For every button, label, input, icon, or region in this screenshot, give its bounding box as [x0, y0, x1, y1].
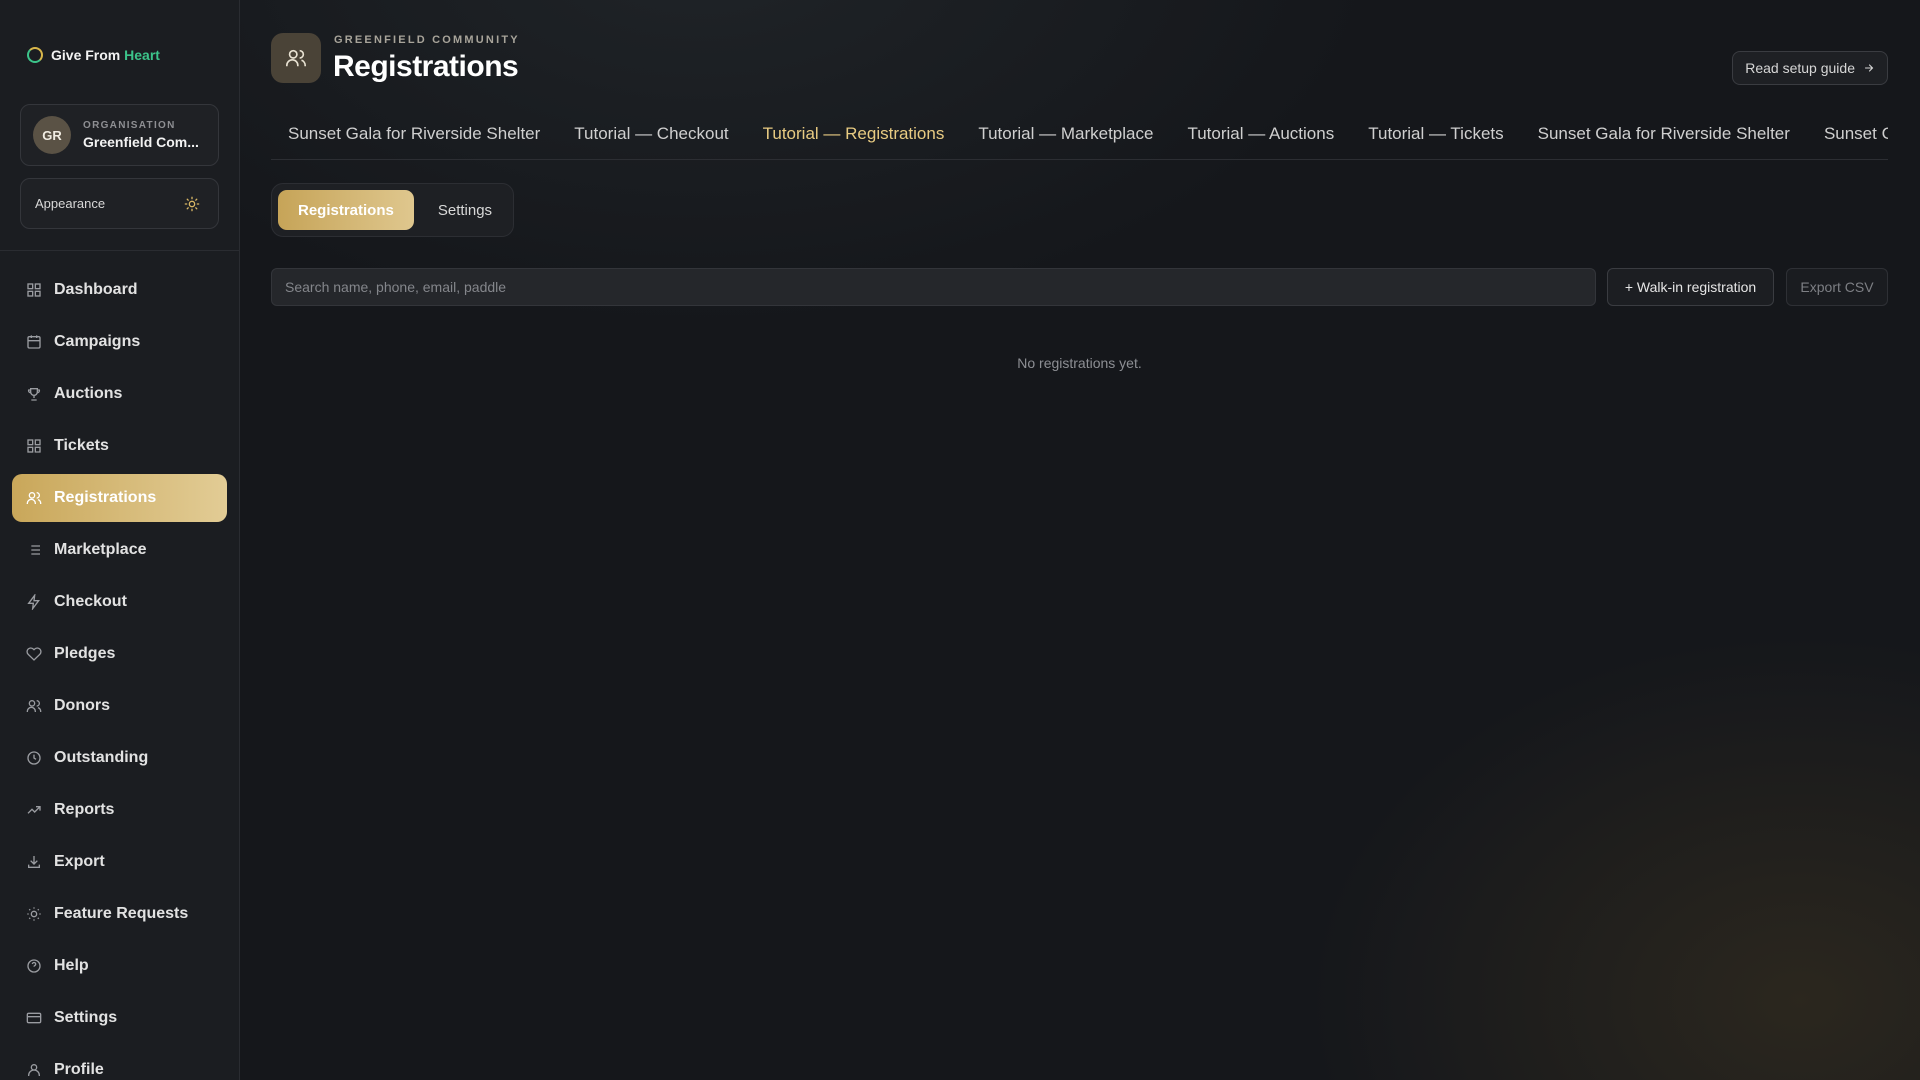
org-label: ORGANISATION — [83, 120, 176, 131]
sidebar-item-auctions[interactable]: Auctions — [12, 370, 227, 418]
empty-state-message: No registrations yet. — [1017, 355, 1142, 371]
view-switcher: Registrations Settings — [271, 183, 514, 237]
sidebar-item-help[interactable]: Help — [12, 942, 227, 990]
sidebar-item-label: Campaigns — [54, 333, 141, 350]
user-icon — [28, 1064, 40, 1076]
sidebar-item-label: Feature Requests — [54, 905, 189, 922]
download-icon — [28, 856, 40, 868]
sidebar-item-feature-requests[interactable]: Feature Requests — [12, 890, 227, 938]
sidebar-item-label: Outstanding — [54, 749, 149, 766]
users-icon — [26, 492, 42, 504]
tab-event[interactable]: Sunset Gala for Riverside Shelter — [1807, 116, 1888, 159]
segment-settings[interactable]: Settings — [418, 190, 512, 230]
org-name: Greenfield Com... — [83, 134, 199, 150]
tab-event[interactable]: Tutorial — Auctions — [1170, 116, 1351, 159]
bolt-icon — [27, 594, 40, 610]
tab-event-active[interactable]: Tutorial — Registrations — [746, 116, 962, 159]
sidebar-item-reports[interactable]: Reports — [12, 786, 227, 834]
page-eyebrow: GREENFIELD COMMUNITY — [334, 34, 520, 46]
tab-event[interactable]: Sunset Gala for Riverside Shelter — [1521, 116, 1807, 159]
sidebar-item-registrations[interactable]: Registrations — [12, 474, 227, 522]
trending-up-icon — [27, 806, 41, 814]
sidebar-divider — [0, 250, 239, 251]
users-icon — [26, 700, 42, 712]
sidebar-item-profile[interactable]: Profile — [12, 1046, 227, 1080]
brand-logo[interactable]: Give From Heart — [27, 47, 160, 63]
help-icon — [27, 959, 41, 973]
grid-icon — [27, 439, 41, 453]
sidebar-item-tickets[interactable]: Tickets — [12, 422, 227, 470]
clock-icon — [27, 751, 41, 765]
tab-event[interactable]: Sunset Gala for Riverside Shelter — [271, 116, 557, 159]
sidebar-item-outstanding[interactable]: Outstanding — [12, 734, 227, 782]
sun-icon — [27, 907, 41, 921]
calendar-icon — [27, 335, 41, 349]
sidebar-item-label: Reports — [54, 801, 115, 818]
tab-event[interactable]: Tutorial — Marketplace — [961, 116, 1170, 159]
card-icon — [26, 1012, 42, 1024]
sidebar-item-campaigns[interactable]: Campaigns — [12, 318, 227, 366]
list-icon — [28, 545, 40, 555]
sidebar-item-checkout[interactable]: Checkout — [12, 578, 227, 626]
sidebar-item-pledges[interactable]: Pledges — [12, 630, 227, 678]
page-title: Registrations — [333, 50, 519, 83]
sidebar-item-settings[interactable]: Settings — [12, 994, 227, 1042]
sidebar-item-marketplace[interactable]: Marketplace — [12, 526, 227, 574]
main-content: GREENFIELD COMMUNITY Registrations Read … — [240, 0, 1920, 1080]
appearance-label: Appearance — [35, 196, 106, 211]
segment-registrations[interactable]: Registrations — [278, 190, 414, 230]
sidebar-item-label: Pledges — [54, 645, 116, 662]
organisation-switcher[interactable]: GR ORGANISATION Greenfield Com... — [20, 104, 219, 166]
sidebar-item-label: Settings — [54, 1009, 118, 1026]
sidebar-item-export[interactable]: Export — [12, 838, 227, 886]
sidebar-item-donors[interactable]: Donors — [12, 682, 227, 730]
sidebar-item-label: Marketplace — [54, 541, 147, 558]
arrow-right-icon — [1864, 64, 1874, 72]
sidebar-item-dashboard[interactable]: Dashboard — [12, 266, 227, 314]
sidebar-item-label: Profile — [54, 1061, 104, 1078]
brand-ring-icon — [27, 47, 43, 63]
walk-in-registration-button[interactable]: + Walk-in registration — [1607, 268, 1774, 306]
tab-event[interactable]: Tutorial — Tickets — [1351, 116, 1520, 159]
sidebar-item-label: Dashboard — [54, 281, 138, 298]
guide-button-label: Read setup guide — [1745, 60, 1855, 76]
dashboard-icon — [27, 283, 41, 297]
sidebar-item-label: Registrations — [54, 489, 157, 506]
tab-event[interactable]: Tutorial — Checkout — [557, 116, 745, 159]
brand-name: Give From Heart — [51, 47, 160, 63]
sidebar-item-label: Export — [54, 853, 105, 870]
appearance-toggle[interactable]: Appearance — [20, 178, 219, 229]
export-csv-button[interactable]: Export CSV — [1786, 268, 1888, 306]
trophy-icon — [27, 388, 41, 401]
event-tabs: Sunset Gala for Riverside Shelter Tutoria… — [271, 116, 1888, 160]
sidebar-item-label: Donors — [54, 697, 110, 714]
sidebar-item-label: Help — [54, 957, 89, 974]
sidebar-item-label: Tickets — [54, 437, 109, 454]
sidebar-nav: Dashboard Campaigns Auctions Tickets Reg… — [12, 266, 227, 1080]
search-input[interactable] — [271, 268, 1596, 306]
page-icon — [271, 33, 321, 83]
heart-icon — [26, 647, 42, 661]
sidebar-item-label: Checkout — [54, 593, 127, 610]
sun-icon — [184, 196, 200, 211]
read-setup-guide-button[interactable]: Read setup guide — [1732, 51, 1888, 85]
sidebar: Give From Heart GR ORGANISATION Greenfie… — [0, 0, 240, 1080]
users-icon — [286, 49, 306, 67]
org-avatar: GR — [33, 116, 71, 154]
sidebar-item-label: Auctions — [54, 385, 123, 402]
org-text: ORGANISATION Greenfield Com... — [83, 120, 199, 150]
